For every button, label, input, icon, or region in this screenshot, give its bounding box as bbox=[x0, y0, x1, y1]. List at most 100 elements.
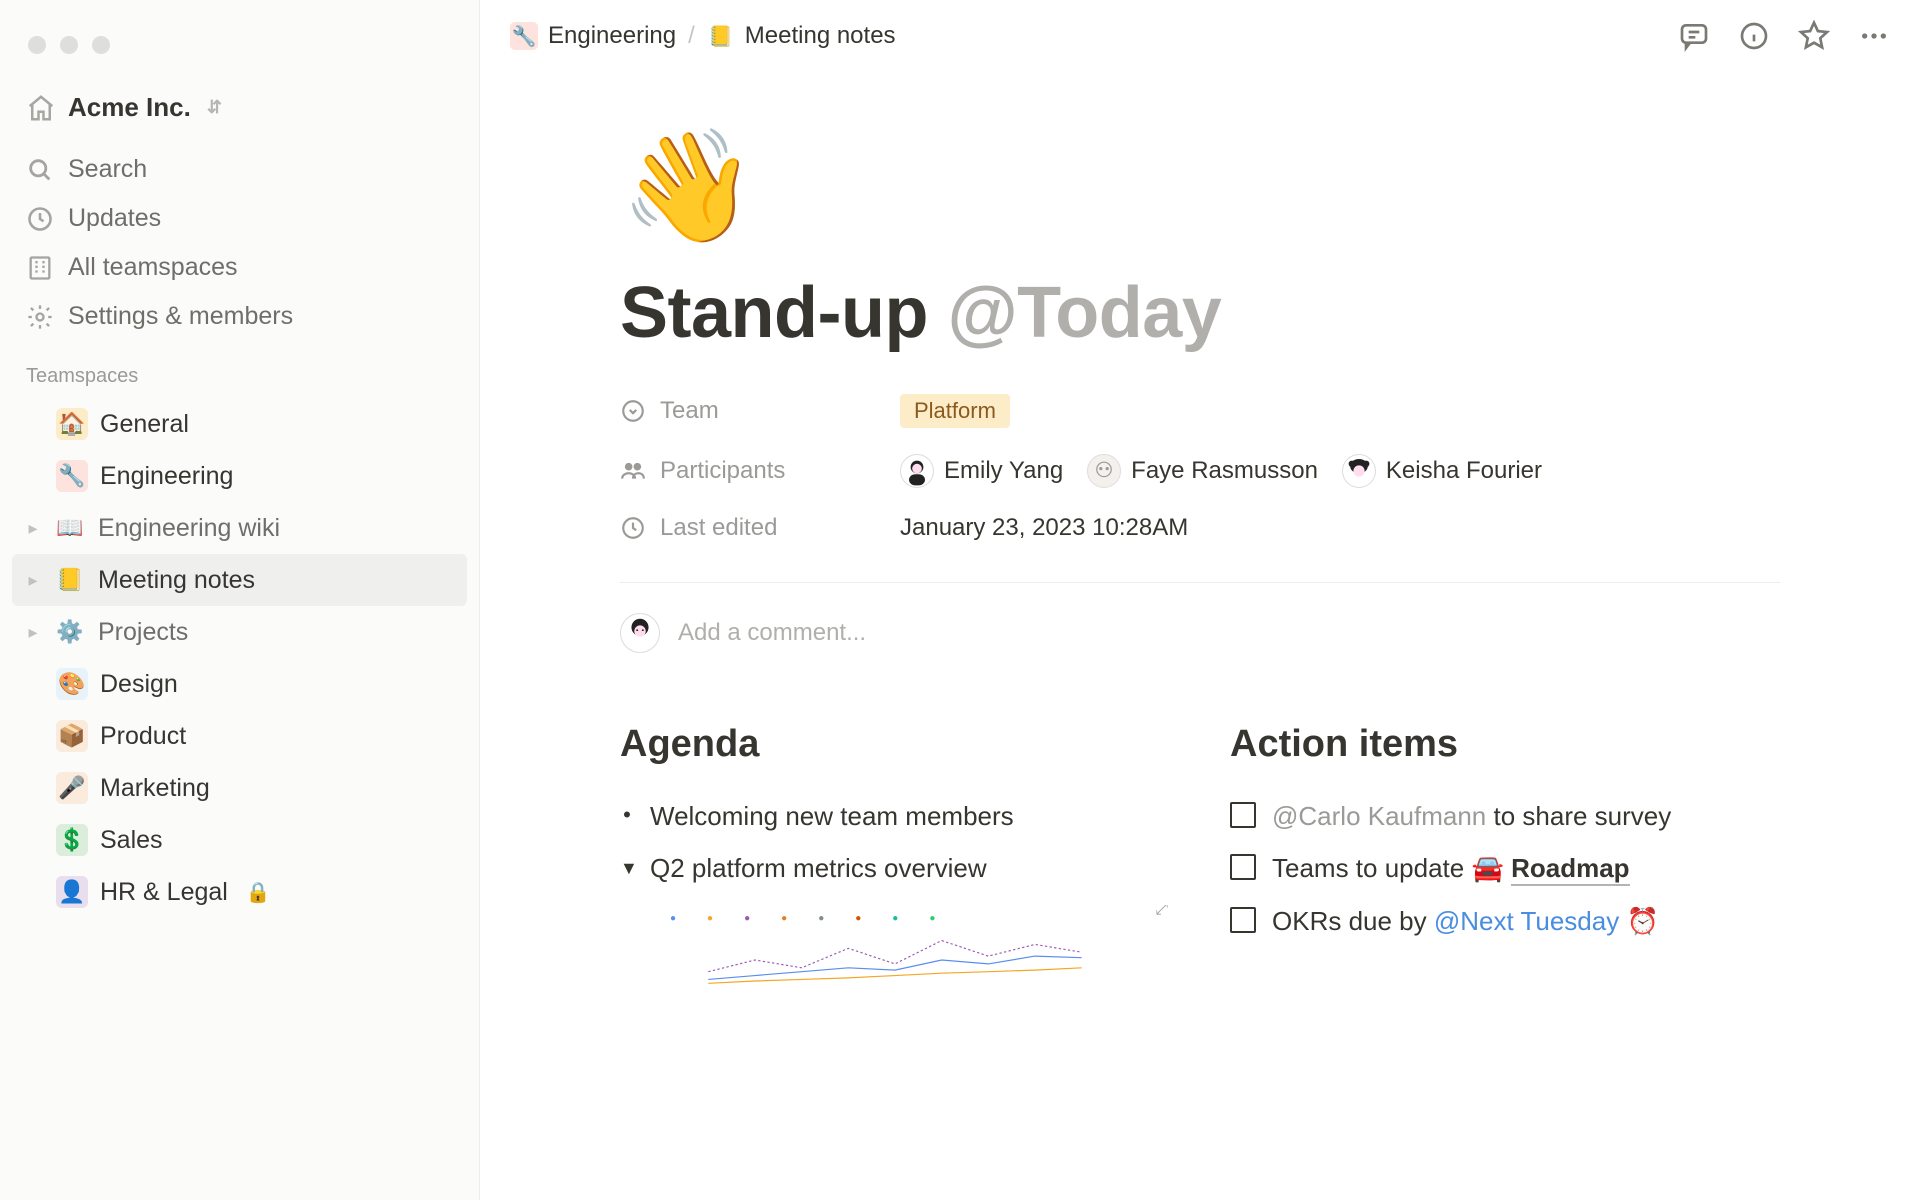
avatar bbox=[620, 613, 660, 653]
workspace-name: Acme Inc. bbox=[68, 92, 191, 123]
teamspace-label: Sales bbox=[100, 826, 163, 855]
avatar bbox=[1342, 454, 1376, 488]
toggle-icon[interactable]: ▼ bbox=[620, 850, 634, 881]
todo-item[interactable]: Teams to update 🚘 Roadmap bbox=[1230, 842, 1780, 894]
expand-icon[interactable]: ⤢ bbox=[1155, 905, 1170, 919]
search-icon bbox=[26, 156, 54, 184]
title-text: Stand-up bbox=[620, 273, 947, 353]
todo-item[interactable]: @Carlo Kaufmann to share survey bbox=[1230, 790, 1780, 842]
property-participants[interactable]: Participants Emily Yang Faye Rasmusson bbox=[620, 454, 1780, 488]
last-edited-value: January 23, 2023 10:28AM bbox=[900, 514, 1188, 542]
window-traffic-lights bbox=[12, 18, 467, 84]
page-meeting-notes[interactable]: ▸ 📒 Meeting notes bbox=[12, 554, 467, 606]
breadcrumb-meeting-notes[interactable]: 📒 Meeting notes bbox=[707, 22, 896, 50]
sidebar-updates[interactable]: Updates bbox=[12, 194, 467, 243]
dollar-icon: 💲 bbox=[56, 824, 88, 856]
property-label: Team bbox=[660, 397, 719, 425]
teamspace-general[interactable]: ▸ 🏠 General bbox=[12, 398, 467, 450]
sidebar-all-teamspaces[interactable]: All teamspaces bbox=[12, 243, 467, 292]
teamspace-product[interactable]: ▸ 📦 Product bbox=[12, 710, 467, 762]
topbar: 🔧 Engineering / 📒 Meeting notes bbox=[480, 0, 1920, 72]
page-emoji[interactable]: 👋 bbox=[620, 132, 1780, 242]
notebook-icon: 📒 bbox=[54, 564, 86, 596]
checkbox[interactable] bbox=[1230, 907, 1256, 933]
add-comment[interactable]: Add a comment... bbox=[620, 613, 1780, 653]
participant-faye[interactable]: Faye Rasmusson bbox=[1087, 454, 1318, 488]
more-icon[interactable] bbox=[1858, 20, 1890, 52]
page-engineering-wiki[interactable]: ▸ 📖 Engineering wiki bbox=[12, 502, 467, 554]
teamspace-label: Design bbox=[100, 670, 178, 699]
select-icon bbox=[620, 398, 646, 424]
teamspace-label: Engineering bbox=[100, 462, 233, 491]
sidebar-settings[interactable]: Settings & members bbox=[12, 292, 467, 341]
property-team[interactable]: Team Platform bbox=[620, 394, 1780, 428]
comments-icon[interactable] bbox=[1678, 20, 1710, 52]
teamspace-design[interactable]: ▸ 🎨 Design bbox=[12, 658, 467, 710]
teamspace-engineering[interactable]: ▸ 🔧 Engineering bbox=[12, 450, 467, 502]
teamspace-sales[interactable]: ▸ 💲 Sales bbox=[12, 814, 467, 866]
divider bbox=[620, 582, 1780, 583]
chart-legend bbox=[670, 913, 938, 924]
chevron-right-icon[interactable]: ▸ bbox=[24, 622, 42, 643]
nav-label: All teamspaces bbox=[68, 253, 238, 282]
wrench-icon: 🔧 bbox=[56, 460, 88, 492]
checkbox[interactable] bbox=[1230, 854, 1256, 880]
page-content: 👋 Stand-up @Today Team Platform bbox=[480, 72, 1920, 995]
breadcrumb: 🔧 Engineering / 📒 Meeting notes bbox=[510, 22, 896, 50]
chevron-right-icon[interactable]: ▸ bbox=[24, 570, 42, 591]
todo-text: OKRs due by bbox=[1272, 906, 1434, 936]
gear-icon bbox=[26, 303, 54, 331]
close-window-dot[interactable] bbox=[28, 36, 46, 54]
checkbox[interactable] bbox=[1230, 802, 1256, 828]
breadcrumb-separator: / bbox=[688, 22, 695, 50]
agenda-item-toggle[interactable]: ▼ Q2 platform metrics overview bbox=[620, 842, 1170, 894]
chart-lines bbox=[620, 925, 1170, 995]
sidebar: Acme Inc. ⇵ Search Updates All teamspace… bbox=[0, 0, 480, 1200]
page-title[interactable]: Stand-up @Today bbox=[620, 272, 1780, 354]
title-date-mention[interactable]: @Today bbox=[947, 273, 1221, 353]
todo-item[interactable]: OKRs due by @Next Tuesday ⏰ bbox=[1230, 895, 1780, 947]
car-icon: 🚘 bbox=[1471, 853, 1503, 883]
person-mention[interactable]: @Carlo Kaufmann bbox=[1272, 801, 1486, 831]
team-tag[interactable]: Platform bbox=[900, 394, 1010, 428]
participant-keisha[interactable]: Keisha Fourier bbox=[1342, 454, 1542, 488]
date-mention[interactable]: @Next Tuesday bbox=[1434, 906, 1619, 936]
reminder-icon[interactable]: ⏰ bbox=[1626, 906, 1658, 936]
todo-text: to share survey bbox=[1486, 801, 1671, 831]
action-items-heading[interactable]: Action items bbox=[1230, 723, 1780, 766]
embedded-chart[interactable]: ⤢ bbox=[620, 905, 1170, 995]
page-link[interactable]: Roadmap bbox=[1511, 853, 1629, 886]
people-icon bbox=[620, 458, 646, 484]
chevron-right-icon[interactable]: ▸ bbox=[24, 518, 42, 539]
workspace-switcher[interactable]: Acme Inc. ⇵ bbox=[12, 84, 467, 145]
sidebar-search[interactable]: Search bbox=[12, 145, 467, 194]
clock-icon bbox=[620, 515, 646, 541]
page-projects[interactable]: ▸ ⚙️ Projects bbox=[12, 606, 467, 658]
avatar bbox=[1087, 454, 1121, 488]
notebook-icon: 📒 bbox=[707, 22, 735, 50]
nav-label: Search bbox=[68, 155, 147, 184]
property-last-edited[interactable]: Last edited January 23, 2023 10:28AM bbox=[620, 514, 1780, 542]
participant-name: Keisha Fourier bbox=[1386, 457, 1542, 485]
avatar bbox=[900, 454, 934, 488]
info-icon[interactable] bbox=[1738, 20, 1770, 52]
comment-placeholder: Add a comment... bbox=[678, 619, 866, 647]
teamspace-marketing[interactable]: ▸ 🎤 Marketing bbox=[12, 762, 467, 814]
maximize-window-dot[interactable] bbox=[92, 36, 110, 54]
teamspace-label: HR & Legal bbox=[100, 878, 228, 907]
agenda-heading[interactable]: Agenda bbox=[620, 723, 1170, 766]
teamspace-label: General bbox=[100, 410, 189, 439]
agenda-text: Welcoming new team members bbox=[650, 798, 1014, 834]
home-icon bbox=[26, 93, 56, 123]
lock-icon: 🔒 bbox=[246, 880, 271, 905]
agenda-text: Q2 platform metrics overview bbox=[650, 850, 987, 886]
agenda-item-bullet[interactable]: • Welcoming new team members bbox=[620, 790, 1170, 842]
package-icon: 📦 bbox=[56, 720, 88, 752]
action-items-column: Action items @Carlo Kaufmann to share su… bbox=[1230, 723, 1780, 995]
teamspace-hr-legal[interactable]: ▸ 👤 HR & Legal 🔒 bbox=[12, 866, 467, 918]
minimize-window-dot[interactable] bbox=[60, 36, 78, 54]
person-icon: 👤 bbox=[56, 876, 88, 908]
participant-emily[interactable]: Emily Yang bbox=[900, 454, 1063, 488]
breadcrumb-engineering[interactable]: 🔧 Engineering bbox=[510, 22, 676, 50]
star-icon[interactable] bbox=[1798, 20, 1830, 52]
